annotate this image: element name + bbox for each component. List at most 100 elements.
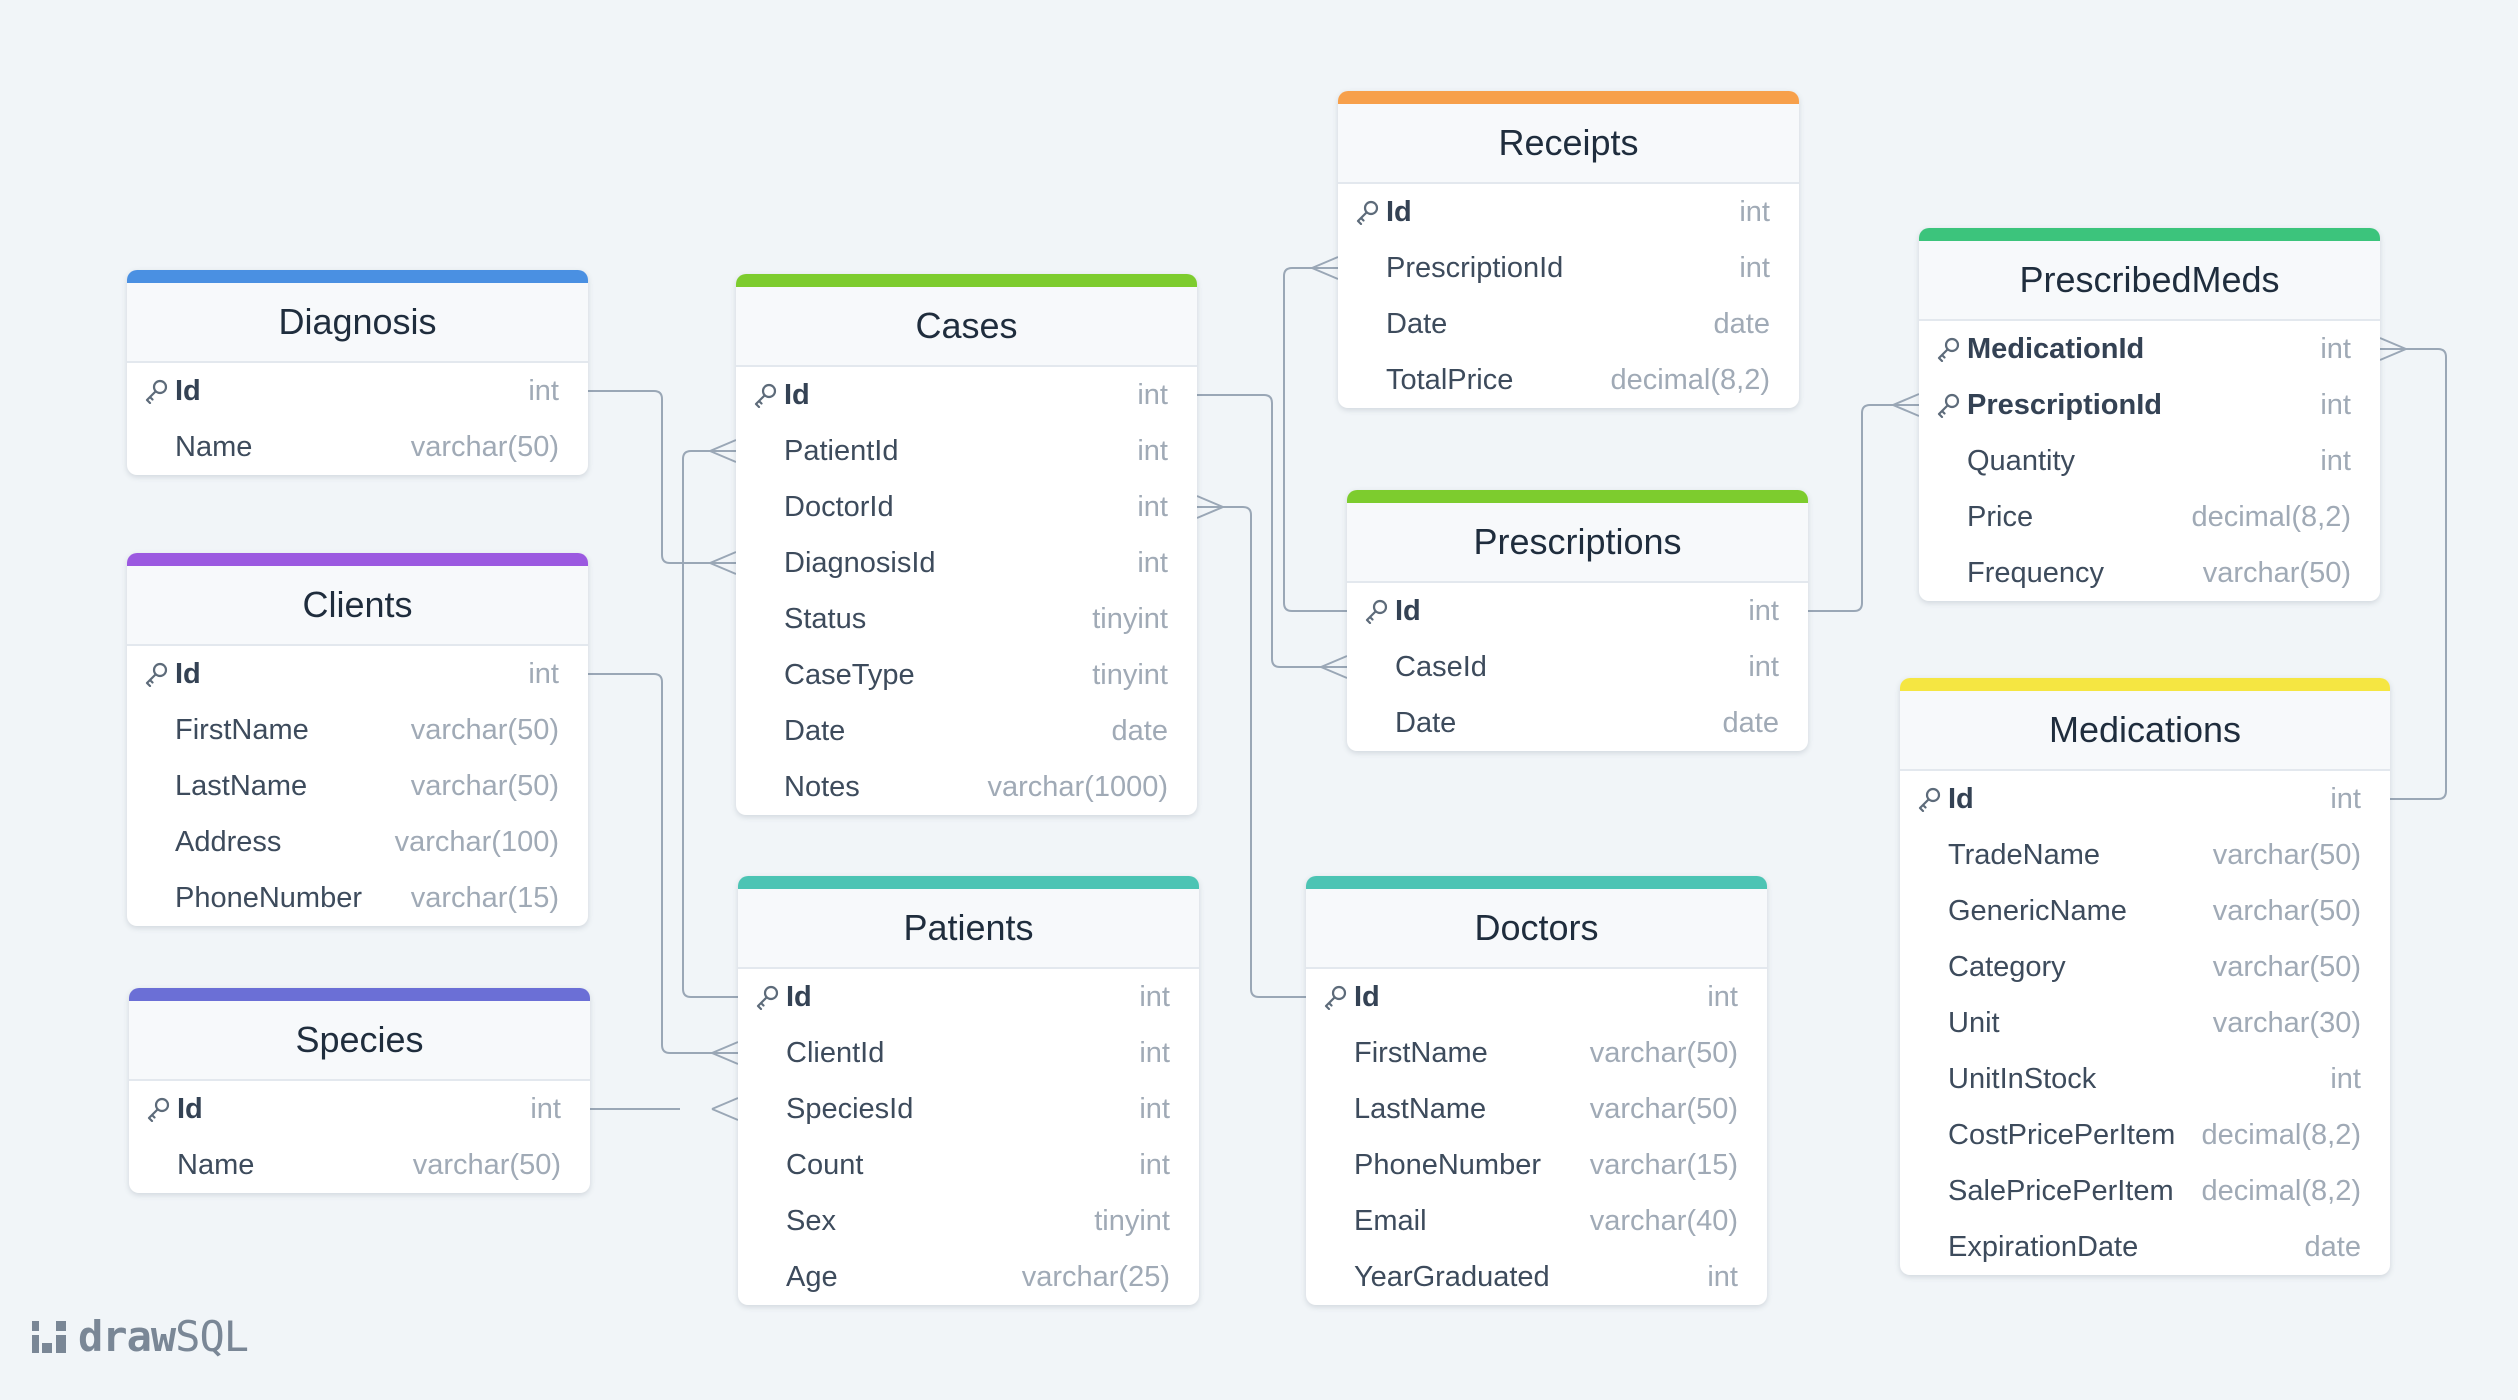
column-row[interactable]: Id int (1900, 771, 2390, 827)
column-row[interactable]: ExpirationDate date (1900, 1219, 2390, 1275)
column-name: TotalPrice (1386, 363, 1514, 396)
column-row[interactable]: FirstName varchar(50) (1306, 1025, 1767, 1081)
column-row[interactable]: Count int (738, 1137, 1199, 1193)
column-row[interactable]: LastName varchar(50) (127, 758, 588, 814)
column-type: varchar(30) (2212, 1006, 2361, 1039)
column-row[interactable]: Address varchar(100) (127, 814, 588, 870)
diagram-canvas[interactable]: Diagnosis Id int Name varchar(50) Clients Id in… (0, 0, 2518, 1400)
column-row[interactable]: ClientId int (738, 1025, 1199, 1081)
column-row[interactable]: Id int (738, 969, 1199, 1025)
column-type: date (1111, 714, 1168, 747)
table-prescribedmeds[interactable]: PrescribedMeds MedicationId int Prescriptio… (1919, 228, 2380, 601)
column-name: PhoneNumber (175, 881, 362, 914)
table-title[interactable]: Prescriptions (1347, 503, 1808, 583)
column-row[interactable]: PatientId int (736, 423, 1197, 479)
crows-foot-marker (1311, 256, 1339, 280)
column-row[interactable]: SpeciesId int (738, 1081, 1199, 1137)
column-row[interactable]: Age varchar(25) (738, 1249, 1199, 1305)
column-row[interactable]: CaseType tinyint (736, 647, 1197, 703)
table-title[interactable]: Receipts (1338, 104, 1799, 184)
column-row[interactable]: FirstName varchar(50) (127, 702, 588, 758)
table-title[interactable]: Diagnosis (127, 283, 588, 363)
table-medications[interactable]: Medications Id int TradeName varchar(50) Gene… (1900, 678, 2390, 1275)
column-row[interactable]: Date date (736, 703, 1197, 759)
column-row[interactable]: PrescriptionId int (1338, 240, 1799, 296)
table-diagnosis[interactable]: Diagnosis Id int Name varchar(50) (127, 270, 588, 475)
column-name: Age (786, 1260, 838, 1293)
column-row[interactable]: UnitInStock int (1900, 1051, 2390, 1107)
column-row[interactable]: TradeName varchar(50) (1900, 827, 2390, 883)
column-type: int (1739, 251, 1770, 284)
column-row[interactable]: CaseId int (1347, 639, 1808, 695)
column-row[interactable]: Price decimal(8,2) (1919, 489, 2380, 545)
table-species[interactable]: Species Id int Name varchar(50) (129, 988, 590, 1193)
column-row[interactable]: Quantity int (1919, 433, 2380, 489)
table-title[interactable]: Patients (738, 889, 1199, 969)
column-row[interactable]: Name varchar(50) (129, 1137, 590, 1193)
column-type: varchar(15) (410, 881, 559, 914)
column-row[interactable]: CostPricePerItem decimal(8,2) (1900, 1107, 2390, 1163)
column-type: varchar(50) (2212, 838, 2361, 871)
column-row[interactable]: Name varchar(50) (127, 419, 588, 475)
table-patients[interactable]: Patients Id int ClientId int SpeciesId int Coun… (738, 876, 1199, 1305)
table-title[interactable]: Doctors (1306, 889, 1767, 969)
column-row[interactable]: Status tinyint (736, 591, 1197, 647)
table-title[interactable]: Species (129, 1001, 590, 1081)
crows-foot-marker (1320, 655, 1348, 679)
column-name: GenericName (1948, 894, 2127, 927)
column-row[interactable]: GenericName varchar(50) (1900, 883, 2390, 939)
column-type: int (1139, 1148, 1170, 1181)
column-row[interactable]: PrescriptionId int (1919, 377, 2380, 433)
column-type: int (2320, 444, 2351, 477)
column-row[interactable]: Id int (1338, 184, 1799, 240)
column-row[interactable]: PhoneNumber varchar(15) (127, 870, 588, 926)
column-name: SpeciesId (786, 1092, 914, 1125)
column-name: Id (175, 374, 201, 407)
column-row[interactable]: Id int (1306, 969, 1767, 1025)
table-color-bar (1919, 228, 2380, 241)
drawsql-logo[interactable]: drawSQL (30, 1312, 249, 1361)
column-row[interactable]: LastName varchar(50) (1306, 1081, 1767, 1137)
column-name: FirstName (1354, 1036, 1488, 1069)
column-row[interactable]: Notes varchar(1000) (736, 759, 1197, 815)
column-type: date (1713, 307, 1770, 340)
table-title[interactable]: Medications (1900, 691, 2390, 771)
column-row[interactable]: Date date (1338, 296, 1799, 352)
column-row[interactable]: Sex tinyint (738, 1193, 1199, 1249)
column-row[interactable]: Email varchar(40) (1306, 1193, 1767, 1249)
column-row[interactable]: Date date (1347, 695, 1808, 751)
column-name: Id (175, 657, 201, 690)
table-title[interactable]: Cases (736, 287, 1197, 367)
column-row[interactable]: PhoneNumber varchar(15) (1306, 1137, 1767, 1193)
column-name: DiagnosisId (784, 546, 936, 579)
column-row[interactable]: DiagnosisId int (736, 535, 1197, 591)
relation-line (1197, 506, 1306, 998)
column-type: int (2320, 388, 2351, 421)
column-row[interactable]: Category varchar(50) (1900, 939, 2390, 995)
column-row[interactable]: Id int (736, 367, 1197, 423)
column-row[interactable]: DoctorId int (736, 479, 1197, 535)
column-row[interactable]: Id int (127, 363, 588, 419)
column-row[interactable]: Id int (129, 1081, 590, 1137)
table-title[interactable]: Clients (127, 566, 588, 646)
column-name: Name (177, 1148, 255, 1181)
column-row[interactable]: YearGraduated int (1306, 1249, 1767, 1305)
table-cases[interactable]: Cases Id int PatientId int DoctorId int Diagnos… (736, 274, 1197, 815)
column-row[interactable]: Frequency varchar(50) (1919, 545, 2380, 601)
column-row[interactable]: TotalPrice decimal(8,2) (1338, 352, 1799, 408)
crows-foot-marker (1892, 393, 1920, 417)
table-color-bar (1338, 91, 1799, 104)
column-row[interactable]: Unit varchar(30) (1900, 995, 2390, 1051)
crows-foot-marker (2379, 337, 2407, 361)
column-row[interactable]: SalePricePerItem decimal(8,2) (1900, 1163, 2390, 1219)
table-clients[interactable]: Clients Id int FirstName varchar(50) LastName… (127, 553, 588, 926)
table-receipts[interactable]: Receipts Id int PrescriptionId int Date date To… (1338, 91, 1799, 408)
column-row[interactable]: Id int (1347, 583, 1808, 639)
column-row[interactable]: Id int (127, 646, 588, 702)
table-color-bar (1900, 678, 2390, 691)
table-doctors[interactable]: Doctors Id int FirstName varchar(50) LastName… (1306, 876, 1767, 1305)
column-row[interactable]: MedicationId int (1919, 321, 2380, 377)
table-title[interactable]: PrescribedMeds (1919, 241, 2380, 321)
key-icon (1935, 392, 1967, 418)
table-prescriptions[interactable]: Prescriptions Id int CaseId int Date date (1347, 490, 1808, 751)
